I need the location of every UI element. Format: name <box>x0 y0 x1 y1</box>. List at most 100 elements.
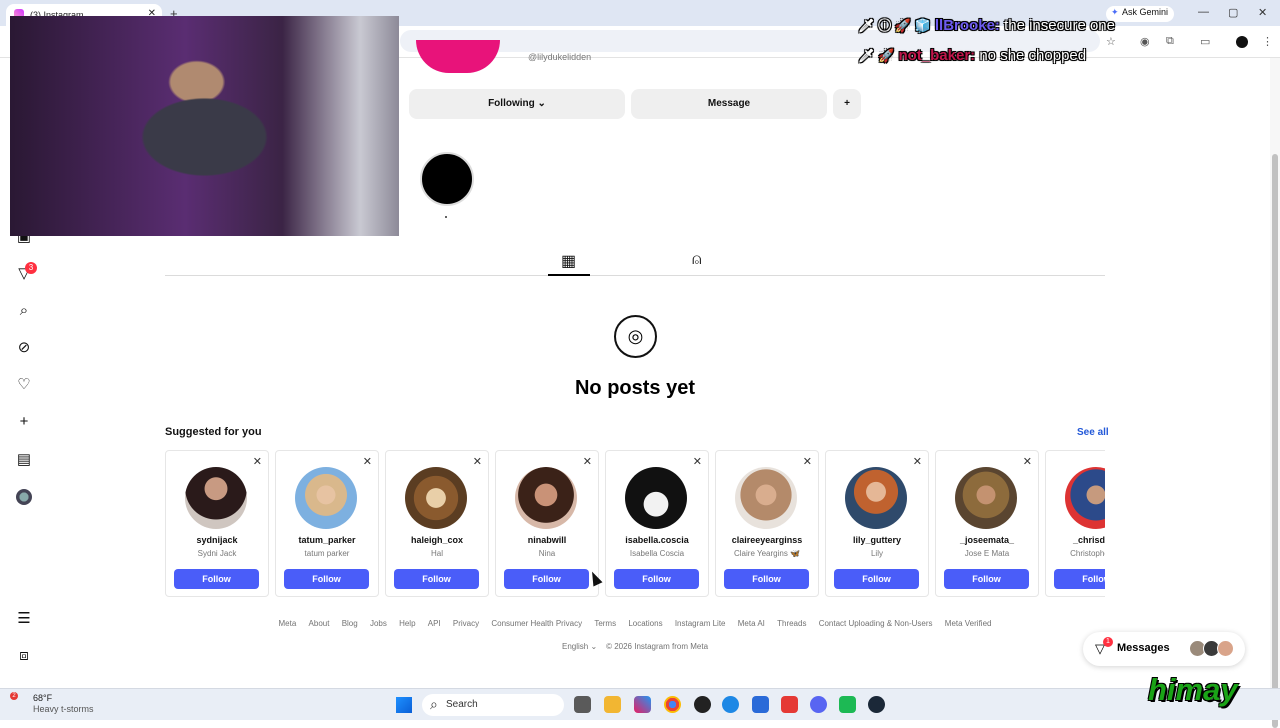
profile-handle: @lilydukelidden <box>528 52 592 62</box>
search-icon[interactable]: ⌕ <box>16 303 32 319</box>
dismiss-icon[interactable]: ✕ <box>583 455 592 468</box>
edge-icon[interactable] <box>722 696 739 713</box>
dismiss-icon[interactable]: ✕ <box>473 455 482 468</box>
store-icon[interactable] <box>752 696 769 713</box>
dismiss-icon[interactable]: ✕ <box>913 455 922 468</box>
footer-link[interactable]: Threads <box>777 619 806 628</box>
window-close-button[interactable]: ✕ <box>1258 6 1267 19</box>
follow-button[interactable]: Follow <box>504 569 589 589</box>
profile-avatar-nav[interactable] <box>16 489 32 505</box>
minimize-button[interactable]: — <box>1198 6 1209 18</box>
footer-link[interactable]: About <box>309 619 330 628</box>
footer-bottom: English ⌄ © 2026 Instagram from Meta <box>0 642 1270 651</box>
extension-icon[interactable]: ◉ <box>1140 35 1150 48</box>
dismiss-icon[interactable]: ✕ <box>363 455 372 468</box>
chrome-icon[interactable] <box>664 696 681 713</box>
footer-link[interactable]: Blog <box>342 619 358 628</box>
suggestion-avatar[interactable] <box>515 467 577 529</box>
suggestion-avatar[interactable] <box>185 467 247 529</box>
following-button[interactable]: Following ⌄ <box>409 89 625 119</box>
app-icon[interactable] <box>839 696 856 713</box>
message-button[interactable]: Message <box>631 89 827 119</box>
suggestion-name: Christopher Do <box>1070 549 1105 558</box>
dismiss-icon[interactable]: ✕ <box>693 455 702 468</box>
footer-link[interactable]: Privacy <box>453 619 479 628</box>
suggestion-avatar[interactable] <box>845 467 907 529</box>
footer-link[interactable]: Contact Uploading & Non-Users <box>819 619 933 628</box>
see-all-link[interactable]: See all <box>1077 427 1109 438</box>
follow-button[interactable]: Follow <box>174 569 259 589</box>
suggestion-avatar[interactable] <box>955 467 1017 529</box>
suggested-heading: Suggested for you <box>165 426 262 438</box>
language-select[interactable]: English ⌄ <box>562 642 599 651</box>
follow-button[interactable]: Follow <box>284 569 369 589</box>
suggestion-username[interactable]: ninabwill <box>496 535 598 545</box>
weather-widget[interactable]: 68°F Heavy t-storms <box>33 693 94 714</box>
dismiss-icon[interactable]: ✕ <box>803 455 812 468</box>
footer-link[interactable]: API <box>428 619 441 628</box>
suggestion-username[interactable]: tatum_parker <box>276 535 378 545</box>
follow-button[interactable]: Follow <box>614 569 699 589</box>
split-view-icon[interactable]: ▭ <box>1200 35 1210 48</box>
follow-button[interactable]: Follow <box>724 569 809 589</box>
suggestion-username[interactable]: _joseemata_ <box>936 535 1038 545</box>
suggestion-username[interactable]: lily_guttery <box>826 535 928 545</box>
suggestion-avatar[interactable] <box>405 467 467 529</box>
footer-link[interactable]: Meta AI <box>738 619 765 628</box>
suggestion-username[interactable]: sydnijack <box>166 535 268 545</box>
explore-icon[interactable]: ⊘ <box>16 340 32 356</box>
create-icon[interactable]: + <box>16 414 32 430</box>
ask-gemini-button[interactable]: Ask Gemini <box>1106 6 1175 22</box>
footer-link[interactable]: Locations <box>628 619 662 628</box>
taskbar-search[interactable]: Search <box>422 694 564 716</box>
file-explorer-icon[interactable] <box>604 696 621 713</box>
suggestion-name: Jose E Mata <box>964 549 1010 558</box>
dashboard-icon[interactable]: ▤ <box>16 452 32 468</box>
browser-menu-icon[interactable]: ⋮ <box>1262 35 1273 48</box>
task-view-icon[interactable] <box>574 696 591 713</box>
chat-message: 🗡 🚀 not_baker: no she chopped <box>858 47 1086 64</box>
suggestion-username[interactable]: haleigh_cox <box>386 535 488 545</box>
suggestion-username[interactable]: isabella.coscia <box>606 535 708 545</box>
page-scrollbar[interactable] <box>1270 58 1280 728</box>
suggestion-username[interactable]: claireeyearginss <box>716 535 818 545</box>
steam-icon[interactable] <box>868 696 885 713</box>
follow-button[interactable]: Follow <box>944 569 1029 589</box>
discord-icon[interactable] <box>810 696 827 713</box>
suggestion-card: ✕ tatum_parker tatum parker Follow <box>275 450 379 597</box>
follow-button[interactable]: Follow <box>1054 569 1105 589</box>
bookmark-star-icon[interactable]: ☆ <box>1106 35 1116 48</box>
chat-text: the insecure one <box>1004 17 1115 34</box>
suggestion-avatar[interactable] <box>625 467 687 529</box>
footer-link[interactable]: Terms <box>594 619 616 628</box>
grid-icon[interactable]: ▦ <box>561 251 576 271</box>
windows-start-icon[interactable] <box>396 697 412 713</box>
maximize-button[interactable]: ▢ <box>1228 6 1238 19</box>
dismiss-icon[interactable]: ✕ <box>253 455 262 468</box>
footer-link[interactable]: Instagram Lite <box>675 619 726 628</box>
scrollbar-thumb[interactable] <box>1272 154 1278 728</box>
tagged-icon[interactable]: ⍝ <box>692 251 702 269</box>
browser-profile-avatar[interactable] <box>1236 36 1248 48</box>
dismiss-icon[interactable]: ✕ <box>1023 455 1032 468</box>
obs-icon[interactable] <box>694 696 711 713</box>
footer-link[interactable]: Consumer Health Privacy <box>491 619 582 628</box>
footer-link[interactable]: Help <box>399 619 415 628</box>
add-user-button[interactable]: + <box>833 89 861 119</box>
messages-button[interactable]: ▽ 1 Messages <box>1083 632 1245 666</box>
footer-link[interactable]: Meta <box>279 619 297 628</box>
suggestion-avatar[interactable] <box>735 467 797 529</box>
suggestion-username[interactable]: _chrisdomi <box>1046 535 1105 545</box>
follow-button[interactable]: Follow <box>394 569 479 589</box>
footer-link[interactable]: Meta Verified <box>945 619 992 628</box>
profile-avatar[interactable] <box>416 40 500 73</box>
suggestion-avatar[interactable] <box>295 467 357 529</box>
puzzle-icon[interactable]: ⧉ <box>1166 35 1174 48</box>
copilot-icon[interactable] <box>634 696 651 713</box>
story-highlight[interactable] <box>420 152 474 206</box>
follow-button[interactable]: Follow <box>834 569 919 589</box>
youtube-icon[interactable] <box>781 696 798 713</box>
suggestion-avatar[interactable] <box>1065 467 1105 529</box>
footer-link[interactable]: Jobs <box>370 619 387 628</box>
suggestion-name: Nina <box>538 549 556 558</box>
